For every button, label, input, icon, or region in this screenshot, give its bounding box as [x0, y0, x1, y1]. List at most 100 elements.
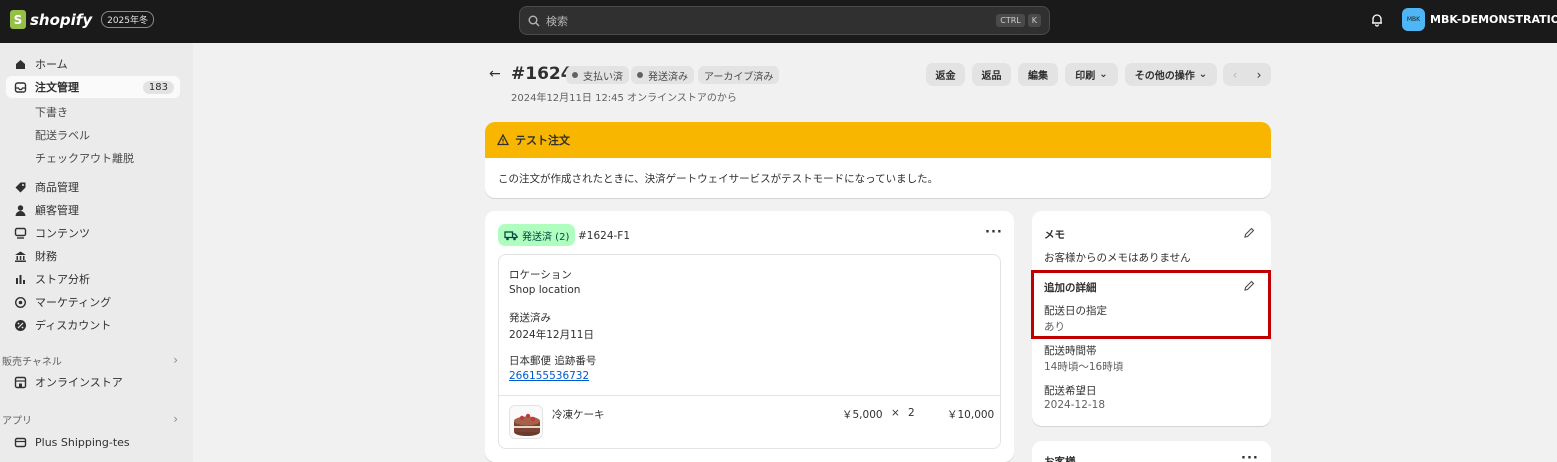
sidebar-item-home[interactable]: ホーム: [6, 53, 180, 75]
divider: [499, 395, 1000, 396]
sidebar-item-label: 注文管理: [35, 81, 79, 94]
tracking-number-link[interactable]: 266155536732: [509, 370, 589, 382]
sidebar-item-label: 財務: [35, 250, 57, 263]
search-placeholder: 検索: [546, 14, 568, 28]
sidebar-item-label: オンラインストア: [35, 376, 123, 389]
store-icon: [14, 376, 27, 388]
content-icon: [14, 227, 27, 239]
sidebar-item-customers[interactable]: 顧客管理: [6, 199, 180, 221]
logo-text: shopify: [30, 10, 93, 29]
status-dot-icon: [572, 72, 578, 78]
product-price: ￥5,000: [842, 409, 883, 421]
customer-card: お客様 ···: [1032, 441, 1271, 462]
truck-icon: [504, 230, 518, 240]
orders-count-badge: 183: [142, 80, 174, 94]
chevron-right-icon: ›: [173, 353, 178, 367]
sidebar-item-products[interactable]: 商品管理: [6, 176, 180, 198]
product-total: ￥10,000: [947, 409, 995, 421]
search-icon: [528, 15, 540, 26]
banner-body: この注文が作成されたときに、決済ゲートウェイサービスがテストモードになっていまし…: [498, 173, 939, 185]
apps-section[interactable]: アプリ ›: [2, 412, 182, 427]
sidebar-item-finance[interactable]: 財務: [6, 245, 180, 267]
refund-button[interactable]: 返金: [926, 63, 965, 86]
customer-title: お客様: [1044, 456, 1076, 462]
notification-bell-icon[interactable]: [1370, 13, 1384, 27]
store-name[interactable]: MBK-DEMONSTRATION-...: [1430, 13, 1557, 26]
top-bar: S shopify 2025年冬 検索 CTRL K MBK MBK-DEMON…: [0, 0, 1557, 43]
status-label: 発送済み: [648, 71, 688, 83]
search-bar[interactable]: 検索 CTRL K: [519, 6, 1050, 35]
sidebar-subitem-abandoned-checkouts[interactable]: チェックアウト離脱: [35, 150, 134, 166]
sidebar-item-online-store[interactable]: オンラインストア: [6, 371, 180, 393]
product-name[interactable]: 冷凍ケーキ: [552, 407, 605, 422]
edit-button[interactable]: 編集: [1018, 63, 1058, 86]
status-dot-icon: [637, 72, 643, 78]
chevron-down-icon: ⌄: [1099, 69, 1108, 80]
times-sign: ×: [891, 407, 900, 419]
sidebar-item-marketing[interactable]: マーケティング: [6, 291, 180, 313]
fulfillment-card: 発送済 (2) #1624-F1 ··· ロケーション Shop locatio…: [485, 211, 1014, 462]
app-icon: [14, 437, 27, 447]
status-label: 支払い済: [583, 71, 623, 83]
sidebar-item-plus-shipping[interactable]: Plus Shipping-tes: [6, 431, 180, 453]
sidebar-subitem-drafts[interactable]: 下書き: [35, 104, 68, 120]
notes-empty-text: お客様からのメモはありません: [1044, 252, 1191, 264]
location-label: ロケーション: [509, 269, 572, 281]
product-quantity: 2: [908, 407, 915, 419]
more-menu-icon[interactable]: ···: [1241, 451, 1259, 462]
product-thumbnail[interactable]: [509, 405, 543, 439]
tracking-label: 日本郵便 追跡番号: [509, 355, 597, 367]
sidebar-item-discounts[interactable]: ディスカウント: [6, 314, 180, 336]
sidebar-item-label: Plus Shipping-tes: [35, 435, 130, 449]
shopify-logo[interactable]: S shopify 2025年冬: [10, 10, 155, 29]
inbox-icon: [14, 81, 27, 93]
status-badge-shipped: 発送済み: [631, 66, 694, 84]
status-badge-paid: 支払い済: [566, 66, 629, 84]
banner-title: テスト注文: [515, 134, 570, 147]
target-icon: [14, 296, 27, 308]
shipped-label: 発送済み: [509, 312, 551, 324]
location-value: Shop location: [509, 284, 581, 296]
store-avatar[interactable]: MBK: [1402, 8, 1425, 31]
chevron-down-icon: ⌄: [1198, 69, 1208, 80]
tag-icon: [15, 182, 26, 192]
sales-channels-section[interactable]: 販売チャネル ›: [2, 353, 182, 368]
sidebar-item-orders[interactable]: 注文管理 183: [6, 76, 180, 98]
return-button[interactable]: 返品: [972, 63, 1011, 86]
detail-value: 2024-12-18: [1044, 399, 1106, 411]
more-menu-icon[interactable]: ···: [985, 225, 1003, 240]
sidebar-item-content[interactable]: コンテンツ: [6, 222, 180, 244]
back-arrow-icon[interactable]: ←: [489, 66, 501, 82]
sidebar-item-label: ストア分析: [35, 273, 90, 286]
section-title-label: アプリ: [2, 416, 32, 427]
warning-icon: [497, 134, 509, 146]
banner-header: テスト注文: [485, 122, 1271, 158]
next-order-icon[interactable]: ›: [1247, 63, 1271, 86]
print-button[interactable]: 印刷 ⌄: [1065, 63, 1118, 86]
shipped-date: 2024年12月11日: [509, 329, 594, 341]
cake-image: [510, 406, 542, 438]
more-actions-label: その他の操作: [1134, 71, 1195, 82]
sidebar-item-label: 商品管理: [35, 181, 79, 194]
status-badge-archived: アーカイブ済み: [698, 66, 780, 84]
fulfilled-badge: 発送済 (2): [498, 224, 576, 246]
fulfilled-badge-label: 発送済 (2): [522, 231, 570, 243]
bar-chart-icon: [16, 274, 25, 284]
notes-title: メモ: [1044, 229, 1065, 241]
sidebar-item-analytics[interactable]: ストア分析: [6, 268, 180, 290]
shortcut-k: K: [1027, 14, 1041, 27]
previous-order-icon[interactable]: ‹: [1223, 63, 1247, 86]
sidebar-item-label: ホーム: [35, 58, 68, 71]
shopify-bag-icon: S: [10, 10, 26, 29]
chevron-right-icon: ›: [173, 412, 178, 426]
person-icon: [15, 204, 26, 216]
detail-value: 14時頃〜16時頃: [1044, 361, 1124, 373]
fulfillment-details: ロケーション Shop location 発送済み 2024年12月11日 日本…: [498, 254, 1001, 449]
bank-icon: [15, 251, 26, 262]
edit-pencil-icon[interactable]: [1243, 227, 1255, 239]
season-badge[interactable]: 2025年冬: [101, 11, 155, 28]
sidebar-item-label: マーケティング: [35, 296, 112, 309]
sidebar-subitem-shipping-labels[interactable]: 配送ラベル: [35, 127, 90, 143]
sidebar: ホーム 注文管理 183 下書き 配送ラベル チェックアウト離脱 商品管理 顧客…: [0, 43, 193, 462]
more-actions-button[interactable]: その他の操作 ⌄: [1125, 63, 1217, 86]
